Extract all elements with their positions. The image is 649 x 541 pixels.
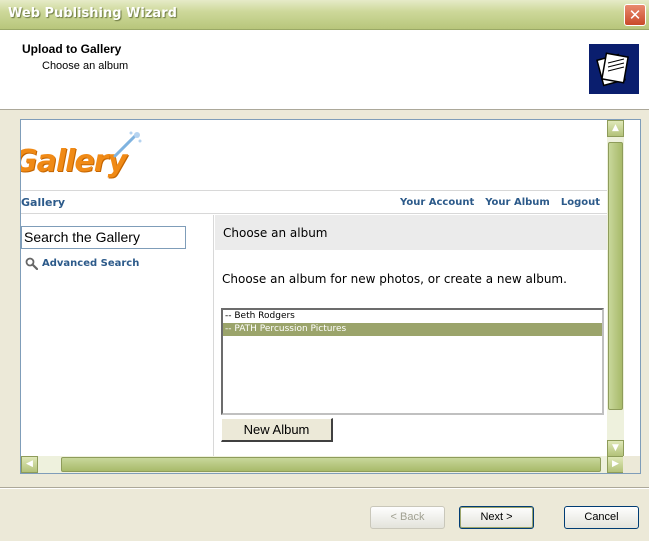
scroll-down-arrow-icon[interactable]: ▼: [607, 440, 624, 457]
close-button[interactable]: ✕: [624, 4, 646, 26]
gallery-web-frame: Gallery Gallery Your Account Your Album …: [20, 119, 641, 474]
vertical-scroll-thumb[interactable]: [608, 142, 623, 410]
gallery-navbar: Gallery Your Account Your Album Logout: [21, 190, 614, 214]
nav-your-album-link[interactable]: Your Album: [485, 197, 550, 208]
vertical-scrollbar[interactable]: ▲ ▼: [607, 120, 624, 457]
new-album-button[interactable]: New Album: [221, 418, 333, 442]
album-chooser-heading: Choose an album: [223, 226, 328, 240]
album-chooser: Choose an album Choose an album for new …: [215, 215, 614, 457]
next-button[interactable]: Next >: [459, 506, 534, 529]
sparkle-icon: [113, 131, 142, 158]
gallery-page: Gallery Gallery Your Account Your Album …: [21, 120, 624, 457]
wizard-step-subtitle: Choose an album: [42, 60, 129, 72]
horizontal-scrollbar[interactable]: ◀ ▶: [21, 456, 624, 473]
scroll-right-arrow-icon[interactable]: ▶: [607, 456, 624, 473]
album-option-path-percussion[interactable]: -- PATH Percussion Pictures: [223, 323, 602, 336]
album-listbox[interactable]: -- Beth Rodgers -- PATH Percussion Pictu…: [221, 308, 604, 415]
gallery-logo: Gallery: [21, 130, 142, 190]
scroll-left-arrow-icon[interactable]: ◀: [21, 456, 38, 473]
search-input[interactable]: Search the Gallery: [21, 226, 186, 249]
album-chooser-header: Choose an album: [215, 215, 614, 250]
magnifier-icon: [25, 257, 38, 270]
window-title: Web Publishing Wizard: [8, 6, 177, 21]
footer-divider: [0, 487, 649, 489]
gallery-logo-text: Gallery: [21, 144, 127, 179]
nav-links: Your Account Your Album Logout: [400, 197, 600, 208]
advanced-search-link[interactable]: Advanced Search: [25, 257, 139, 270]
nav-gallery-home[interactable]: Gallery: [21, 196, 65, 209]
nav-logout-link[interactable]: Logout: [561, 197, 600, 208]
advanced-search-label[interactable]: Advanced Search: [42, 258, 139, 269]
wizard-header: Upload to Gallery Choose an album: [0, 30, 649, 110]
nav-your-account-link[interactable]: Your Account: [400, 197, 474, 208]
album-chooser-description: Choose an album for new photos, or creat…: [222, 272, 567, 286]
wizard-step-title: Upload to Gallery: [22, 42, 122, 56]
scrollbar-corner: [623, 456, 640, 473]
album-option-beth-rodgers[interactable]: -- Beth Rodgers: [223, 310, 602, 323]
back-button[interactable]: < Back: [370, 506, 445, 529]
publishing-wizard-icon: [589, 44, 639, 94]
horizontal-scroll-thumb[interactable]: [61, 457, 601, 472]
cancel-button[interactable]: Cancel: [564, 506, 639, 529]
scroll-up-arrow-icon[interactable]: ▲: [607, 120, 624, 137]
title-bar: Web Publishing Wizard ✕: [0, 0, 649, 30]
gallery-sidebar: Search the Gallery Advanced Search: [21, 215, 214, 457]
